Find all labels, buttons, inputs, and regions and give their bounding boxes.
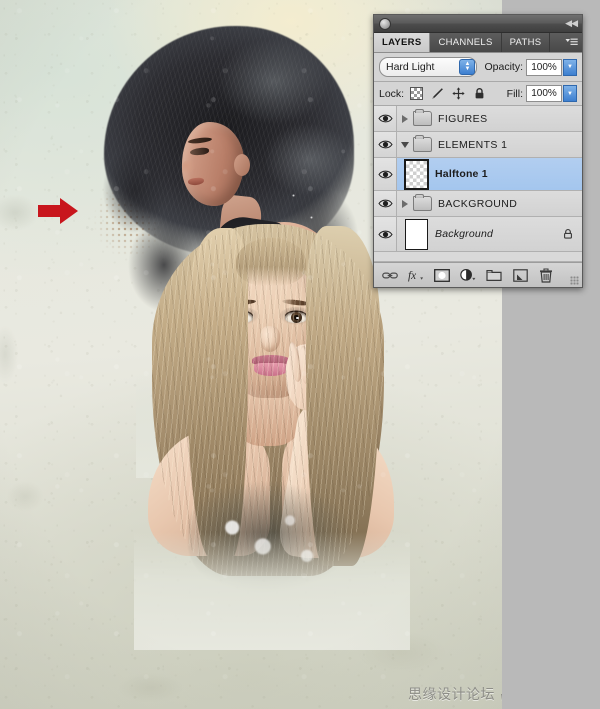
lock-fill-row[interactable]: Lock: Fill: 100% ▼ bbox=[374, 82, 582, 106]
fill-dropdown-icon[interactable]: ▼ bbox=[563, 85, 577, 102]
table-row[interactable]: Halftone 1 bbox=[374, 158, 582, 191]
layer-visibility-toggle[interactable] bbox=[374, 217, 397, 251]
table-row[interactable]: Background bbox=[374, 217, 582, 252]
tab-channels[interactable]: CHANNELS bbox=[430, 33, 502, 52]
chevron-right-icon bbox=[402, 199, 408, 208]
layer-visibility-toggle[interactable] bbox=[374, 191, 397, 216]
group-expand-toggle[interactable] bbox=[397, 199, 413, 208]
panel-titlebar[interactable]: ◀◀ bbox=[374, 15, 582, 33]
tabs-spacer bbox=[550, 33, 560, 52]
link-layers-icon[interactable] bbox=[382, 267, 398, 283]
panel-bottom-toolbar[interactable]: fx bbox=[374, 262, 582, 287]
adjustment-layer-icon[interactable] bbox=[460, 267, 476, 283]
layer-visibility-toggle[interactable] bbox=[374, 158, 397, 190]
lock-transparent-pixels-icon[interactable] bbox=[410, 87, 424, 100]
layer-name: BACKGROUND bbox=[438, 197, 518, 210]
new-group-icon[interactable] bbox=[486, 267, 502, 283]
panel-resize-grip[interactable] bbox=[570, 276, 579, 285]
table-row[interactable]: FIGURES bbox=[374, 106, 582, 132]
lock-all-padlock-icon[interactable] bbox=[473, 87, 486, 100]
layer-list[interactable]: FIGURES ELEMENTS 1 Halftone 1 BACKGROUND… bbox=[374, 106, 582, 262]
blend-mode-stepper-icon[interactable]: ▲ ▼ bbox=[459, 59, 476, 75]
watermark-site-name: 思缘设计论坛 bbox=[408, 687, 495, 703]
panel-drag-grip[interactable] bbox=[379, 17, 391, 30]
layer-locked-icon bbox=[562, 228, 574, 240]
layers-panel[interactable]: ◀◀ LAYERS CHANNELS PATHS Hard Light ▲ ▼ O… bbox=[373, 14, 583, 288]
group-collapse-toggle[interactable] bbox=[397, 141, 413, 148]
collapse-to-icons-icon[interactable]: ◀◀ bbox=[565, 19, 578, 28]
watermark-site-url: WWW.MISSYUAN.COM bbox=[501, 693, 502, 704]
group-expand-toggle[interactable] bbox=[397, 114, 413, 123]
layer-name: ELEMENTS 1 bbox=[438, 138, 508, 151]
layer-list-empty-space[interactable] bbox=[374, 252, 582, 262]
layer-style-fx-icon[interactable]: fx bbox=[408, 267, 424, 283]
fill-input[interactable]: 100% bbox=[526, 85, 562, 102]
new-layer-icon[interactable] bbox=[512, 267, 528, 283]
red-arrow-pointer bbox=[38, 197, 78, 225]
panel-tabs[interactable]: LAYERS CHANNELS PATHS bbox=[374, 33, 582, 53]
lock-image-pixels-brush-icon[interactable] bbox=[431, 87, 444, 100]
watermark: 思缘设计论坛 WWW.MISSYUAN.COM bbox=[408, 684, 502, 704]
layer-thumbnail[interactable] bbox=[397, 158, 435, 190]
white-thumbnail-icon bbox=[404, 218, 428, 250]
layer-name: Background bbox=[435, 228, 494, 240]
blend-mode-value: Hard Light bbox=[386, 61, 435, 73]
table-row[interactable]: ELEMENTS 1 bbox=[374, 132, 582, 158]
transparent-thumbnail-icon bbox=[403, 158, 429, 190]
svg-text:fx: fx bbox=[408, 270, 416, 282]
layer-thumbnail[interactable] bbox=[397, 218, 435, 250]
lock-label: Lock: bbox=[379, 87, 405, 100]
folder-icon bbox=[413, 109, 432, 126]
chevron-right-icon bbox=[402, 114, 408, 123]
blend-mode-select[interactable]: Hard Light ▲ ▼ bbox=[379, 57, 478, 77]
fill-label: Fill: bbox=[506, 87, 523, 100]
lock-position-move-icon[interactable] bbox=[452, 87, 465, 100]
layer-visibility-toggle[interactable] bbox=[374, 106, 397, 131]
opacity-label: Opacity: bbox=[484, 61, 523, 73]
tab-layers[interactable]: LAYERS bbox=[374, 33, 431, 52]
lock-icon-group[interactable] bbox=[410, 87, 486, 100]
layer-name: FIGURES bbox=[438, 112, 488, 125]
tab-paths[interactable]: PATHS bbox=[501, 33, 551, 52]
folder-icon bbox=[413, 194, 432, 211]
folder-icon bbox=[413, 135, 432, 152]
layer-name: Halftone 1 bbox=[435, 168, 488, 180]
opacity-input[interactable]: 100% bbox=[526, 58, 562, 76]
layer-visibility-toggle[interactable] bbox=[374, 132, 397, 157]
panel-menu-icon[interactable] bbox=[560, 33, 582, 52]
layer-mask-icon[interactable] bbox=[434, 267, 450, 283]
table-row[interactable]: BACKGROUND bbox=[374, 191, 582, 217]
chevron-down-icon bbox=[401, 141, 409, 148]
delete-layer-trash-icon[interactable] bbox=[538, 267, 554, 283]
blend-opacity-row[interactable]: Hard Light ▲ ▼ Opacity: 100% ▼ bbox=[374, 53, 582, 82]
opacity-dropdown-icon[interactable]: ▼ bbox=[563, 58, 577, 76]
